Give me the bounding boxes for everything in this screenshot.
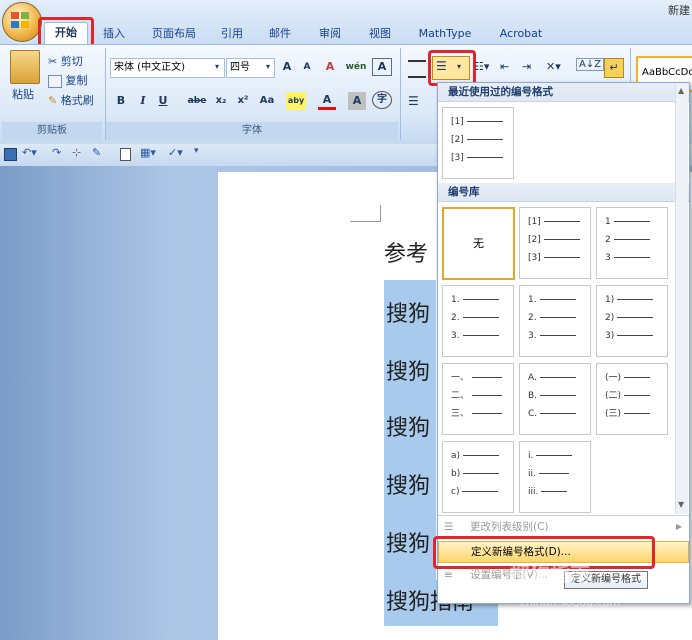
list-line: [3] — [451, 152, 503, 164]
list-line: [1] — [451, 116, 503, 128]
cut-label: 剪切 — [60, 55, 83, 68]
chevron-down-icon[interactable]: ▾ — [266, 62, 270, 71]
clear-format-button[interactable]: A — [320, 58, 340, 76]
align-left-icon[interactable]: ☰ — [408, 94, 419, 108]
grow-font-button[interactable]: A — [278, 58, 296, 76]
dropdown-scrollbar[interactable]: ▲ ▼ — [675, 84, 688, 514]
copy-button[interactable]: 复制 — [48, 72, 88, 88]
numbering-dropdown: 最近使用过的编号格式 [1] [2] [3] 编号库 无 [1] [2] [3]… — [437, 82, 690, 604]
redo-icon[interactable]: ↷ — [52, 146, 61, 159]
highlight-ring-numbering — [428, 50, 476, 86]
sort-icon[interactable]: A↓Z — [576, 58, 605, 71]
watermark-logo: 搜狗指南 — [510, 562, 590, 586]
tab-mailings[interactable]: 邮件 — [264, 24, 296, 44]
group-separator — [400, 48, 401, 140]
library-format-tile[interactable]: 1. 2. 3. — [442, 285, 514, 357]
bullets-icon[interactable] — [408, 60, 426, 78]
change-case-button[interactable]: Aa — [256, 92, 278, 110]
show-marks-icon[interactable]: ↵ — [604, 58, 624, 78]
underline-button[interactable]: U — [156, 92, 170, 110]
copy-label: 复制 — [65, 74, 88, 87]
menu-divider — [438, 515, 689, 516]
library-format-tile[interactable]: i. ii. iii. — [519, 441, 591, 513]
list-line: [2] — [451, 134, 503, 146]
document-heading[interactable]: 参考 — [384, 236, 428, 268]
selection-highlight — [384, 280, 436, 626]
shrink-font-button[interactable]: A — [298, 58, 316, 76]
scissors-icon: ✂ — [48, 55, 58, 68]
new-document-icon[interactable] — [120, 148, 131, 161]
brush-icon: ✎ — [48, 94, 58, 107]
decrease-indent-icon[interactable]: ⇤ — [500, 60, 509, 73]
strikethrough-button[interactable]: abe — [186, 92, 208, 110]
library-format-tile[interactable]: (一) (二) (三) — [596, 363, 668, 435]
font-group-label: 字体 — [106, 122, 398, 140]
library-format-tile[interactable]: 1) 2) 3) — [596, 285, 668, 357]
library-format-tile[interactable]: 一、 二、 三、 — [442, 363, 514, 435]
numbering-library-header: 编号库 — [438, 183, 689, 202]
character-border-button[interactable]: A — [372, 58, 392, 76]
library-format-tile[interactable]: 1 2 3 — [596, 207, 668, 279]
format-icon[interactable]: ⊹ — [72, 146, 81, 159]
font-color-button[interactable]: A — [318, 92, 336, 110]
recent-formats-header: 最近使用过的编号格式 — [438, 83, 689, 102]
window-title: 新建 — [668, 4, 690, 17]
watermark-url: zhinan.sogou.com — [520, 596, 621, 609]
subscript-button[interactable]: x₂ — [212, 92, 230, 110]
library-format-tile[interactable]: 1. 2. 3. — [519, 285, 591, 357]
font-name-field[interactable]: 宋体 (中文正文) — [110, 58, 225, 78]
library-format-tile[interactable]: A. B. C. — [519, 363, 591, 435]
spelling-icon[interactable]: ✓▾ — [168, 146, 183, 159]
tab-acrobat[interactable]: Acrobat — [494, 24, 548, 44]
enclose-character-button[interactable]: 字 — [372, 91, 392, 109]
save-icon[interactable] — [4, 148, 17, 161]
tab-view[interactable]: 视图 — [362, 24, 398, 44]
scroll-up-icon: ▲ — [678, 86, 685, 95]
phonetic-guide-button[interactable]: wén — [344, 58, 368, 76]
format-painter-button[interactable]: ✎ 格式刷 — [48, 92, 94, 108]
none-format-tile[interactable]: 无 — [442, 207, 515, 280]
tab-mathtype[interactable]: MathType — [414, 24, 476, 44]
increase-indent-icon[interactable]: ⇥ — [522, 60, 531, 73]
tab-references[interactable]: 引用 — [216, 24, 248, 44]
copy-icon — [48, 74, 62, 88]
list-level-icon: ☰ — [444, 521, 454, 533]
change-list-level-item: ☰ 更改列表级别(C) ▶ — [438, 517, 689, 537]
clipboard-group-label: 剪贴板 — [2, 122, 102, 140]
document-line[interactable]: 搜狗 — [386, 354, 430, 386]
undo-icon[interactable]: ↶▾ — [22, 146, 37, 159]
superscript-button[interactable]: x² — [234, 92, 252, 110]
highlight-button[interactable]: aby — [286, 92, 306, 110]
chevron-right-icon: ▶ — [676, 522, 683, 531]
document-line[interactable]: 搜狗 — [386, 468, 430, 500]
library-format-tile[interactable]: [1] [2] [3] — [519, 207, 591, 279]
multilevel-list-icon[interactable]: ☷▾ — [474, 60, 489, 73]
paste-button[interactable]: 粘贴 — [12, 86, 34, 102]
edit-icon[interactable]: ✎ — [92, 146, 101, 159]
customize-qat-icon[interactable]: ▾ — [194, 146, 199, 156]
bold-button[interactable]: B — [114, 92, 128, 110]
cut-button[interactable]: ✂ 剪切 — [48, 53, 83, 69]
document-line[interactable]: 搜狗 — [386, 410, 430, 442]
format-painter-label: 格式刷 — [60, 94, 94, 107]
scroll-down-icon: ▼ — [678, 500, 685, 509]
margin-marker — [350, 205, 381, 222]
document-line[interactable]: 搜狗 — [386, 296, 430, 328]
chinese-layout-icon[interactable]: ✕▾ — [546, 60, 561, 73]
tab-review[interactable]: 审阅 — [312, 24, 348, 44]
italic-button[interactable]: I — [136, 92, 150, 110]
recent-format-tile[interactable]: [1] [2] [3] — [442, 107, 514, 179]
library-format-tile[interactable]: a) b) c) — [442, 441, 514, 513]
character-shading-button[interactable]: A — [348, 92, 366, 110]
chevron-down-icon[interactable]: ▾ — [215, 62, 219, 71]
document-line[interactable]: 搜狗 — [386, 526, 430, 558]
tab-page-layout[interactable]: 页面布局 — [146, 24, 202, 44]
office-logo-icon — [11, 12, 29, 28]
paste-icon[interactable] — [10, 50, 40, 84]
tab-insert[interactable]: 插入 — [96, 24, 132, 44]
table-icon[interactable]: ▦▾ — [140, 146, 156, 159]
